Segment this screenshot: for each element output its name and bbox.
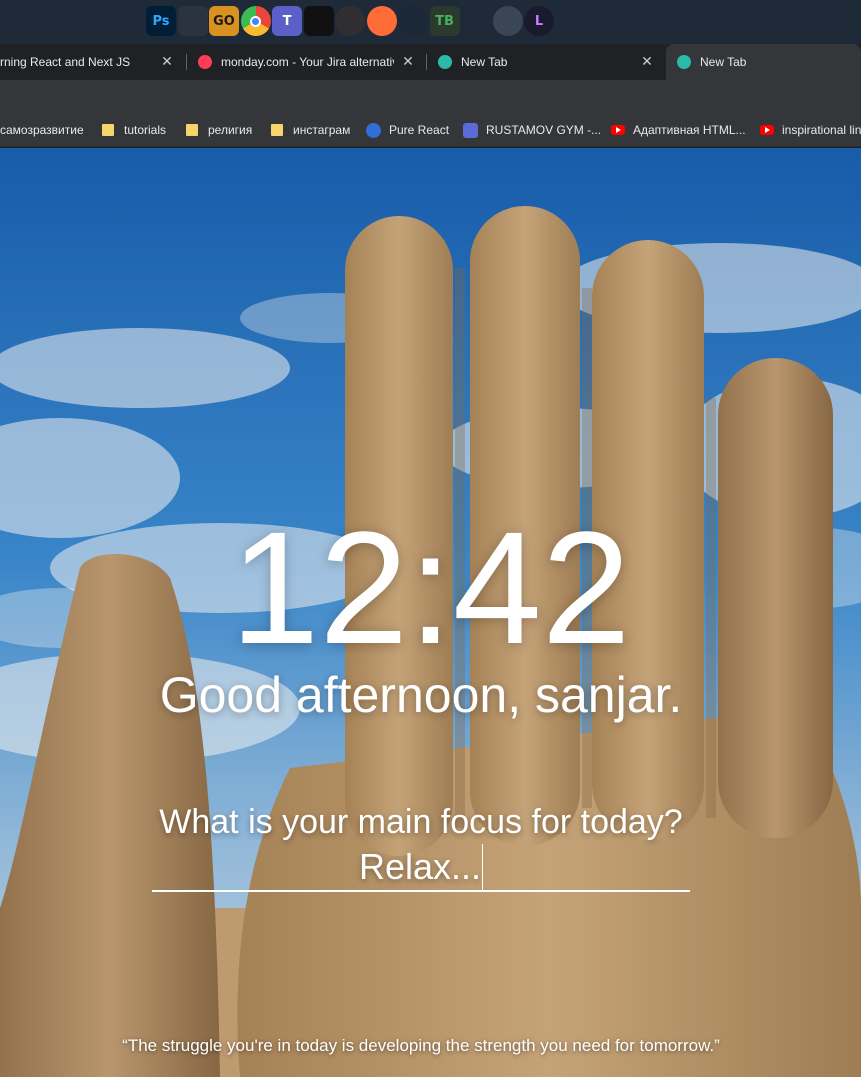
bookmark-label: инстаграм: [293, 123, 351, 137]
tb-icon[interactable]: TB: [429, 6, 460, 36]
postman-icon[interactable]: [366, 6, 397, 36]
quote: “The struggle you're in today is develop…: [122, 1036, 720, 1055]
steam-icon[interactable]: [398, 6, 428, 36]
tab-separator: [426, 54, 427, 70]
game-skull-icon[interactable]: [177, 6, 208, 36]
focus-input[interactable]: Relax...: [152, 844, 690, 892]
csgo-icon[interactable]: GO: [209, 6, 239, 36]
folder-icon: [186, 124, 198, 136]
bookmark-label: религия: [208, 123, 253, 137]
tab-title: New Tab: [700, 55, 747, 69]
monday-icon: [198, 55, 212, 69]
tab-title: monday.com - Your Jira alternative: [221, 55, 394, 69]
bookmark-self-development[interactable]: самозразвитие: [0, 121, 84, 139]
close-icon[interactable]: ✕: [159, 54, 175, 70]
tab-new-tab[interactable]: New Tab ✕: [438, 44, 663, 80]
bookmark-rustamov-gym[interactable]: RUSTAMOV GYM -...: [463, 121, 601, 139]
tab-monday[interactable]: monday.com - Your Jira alternative ✕: [198, 44, 424, 80]
bookmark-adaptive-html[interactable]: Адаптивная HTML...: [611, 121, 746, 139]
taskbar: Ps GO T TB L: [0, 0, 861, 44]
pure-react-icon: [366, 122, 381, 138]
tab-new-tab-active[interactable]: New Tab: [666, 44, 861, 80]
bookmark-folder-tutorials[interactable]: tutorials: [102, 121, 166, 139]
youtube-icon: [611, 125, 625, 135]
counter-strike-icon[interactable]: [492, 6, 523, 36]
obs-icon[interactable]: [335, 6, 365, 36]
tab-title: rning React and Next JS: [0, 55, 131, 69]
bookmark-label: Адаптивная HTML...: [633, 123, 746, 137]
tab-separator: [186, 54, 187, 70]
lightshot-icon[interactable]: L: [524, 6, 554, 36]
close-icon[interactable]: ✕: [400, 54, 416, 70]
bookmark-label: tutorials: [124, 123, 167, 137]
need-for-speed-icon[interactable]: [303, 6, 334, 36]
tab-title: New Tab: [461, 55, 508, 69]
bookmark-folder-instagram[interactable]: инстаграм: [271, 121, 350, 139]
tab-strip: rning React and Next JS ✕ monday.com - Y…: [0, 44, 861, 80]
browser-toolbar: [0, 80, 861, 112]
clock: 12:42: [230, 498, 631, 677]
bookmark-pure-react[interactable]: Pure React: [366, 121, 449, 139]
gym-icon: [463, 122, 478, 138]
close-icon[interactable]: ✕: [639, 54, 655, 70]
bookmark-inspirational[interactable]: inspirational lin: [760, 121, 861, 139]
bookmark-label: RUSTAMOV GYM -...: [486, 123, 602, 137]
folder-icon: [102, 124, 114, 136]
bookmark-label: Pure React: [389, 123, 450, 137]
vscode-icon[interactable]: [461, 6, 491, 36]
greeting: Good afternoon, sanjar.: [159, 667, 683, 723]
tab-learning-react[interactable]: rning React and Next JS ✕: [0, 44, 183, 80]
teams-icon[interactable]: T: [272, 6, 302, 36]
photoshop-icon[interactable]: Ps: [146, 6, 176, 36]
youtube-icon: [760, 125, 774, 135]
new-tab-page: 12:42 Good afternoon, sanjar. What is yo…: [0, 148, 861, 1077]
momentum-icon: [438, 55, 452, 69]
bookmark-label: самозразвитие: [0, 123, 84, 137]
focus-question: What is your main focus for today?: [159, 803, 683, 841]
focus-input-value: Relax...: [359, 844, 484, 890]
chrome-icon[interactable]: [240, 6, 271, 36]
bookmark-label: inspirational lin: [782, 123, 861, 137]
bookmark-folder-religion[interactable]: религия: [186, 121, 252, 139]
bookmarks-bar: самозразвитие tutorials религия инстагра…: [0, 112, 861, 147]
folder-icon: [271, 124, 283, 136]
momentum-icon: [677, 55, 691, 69]
